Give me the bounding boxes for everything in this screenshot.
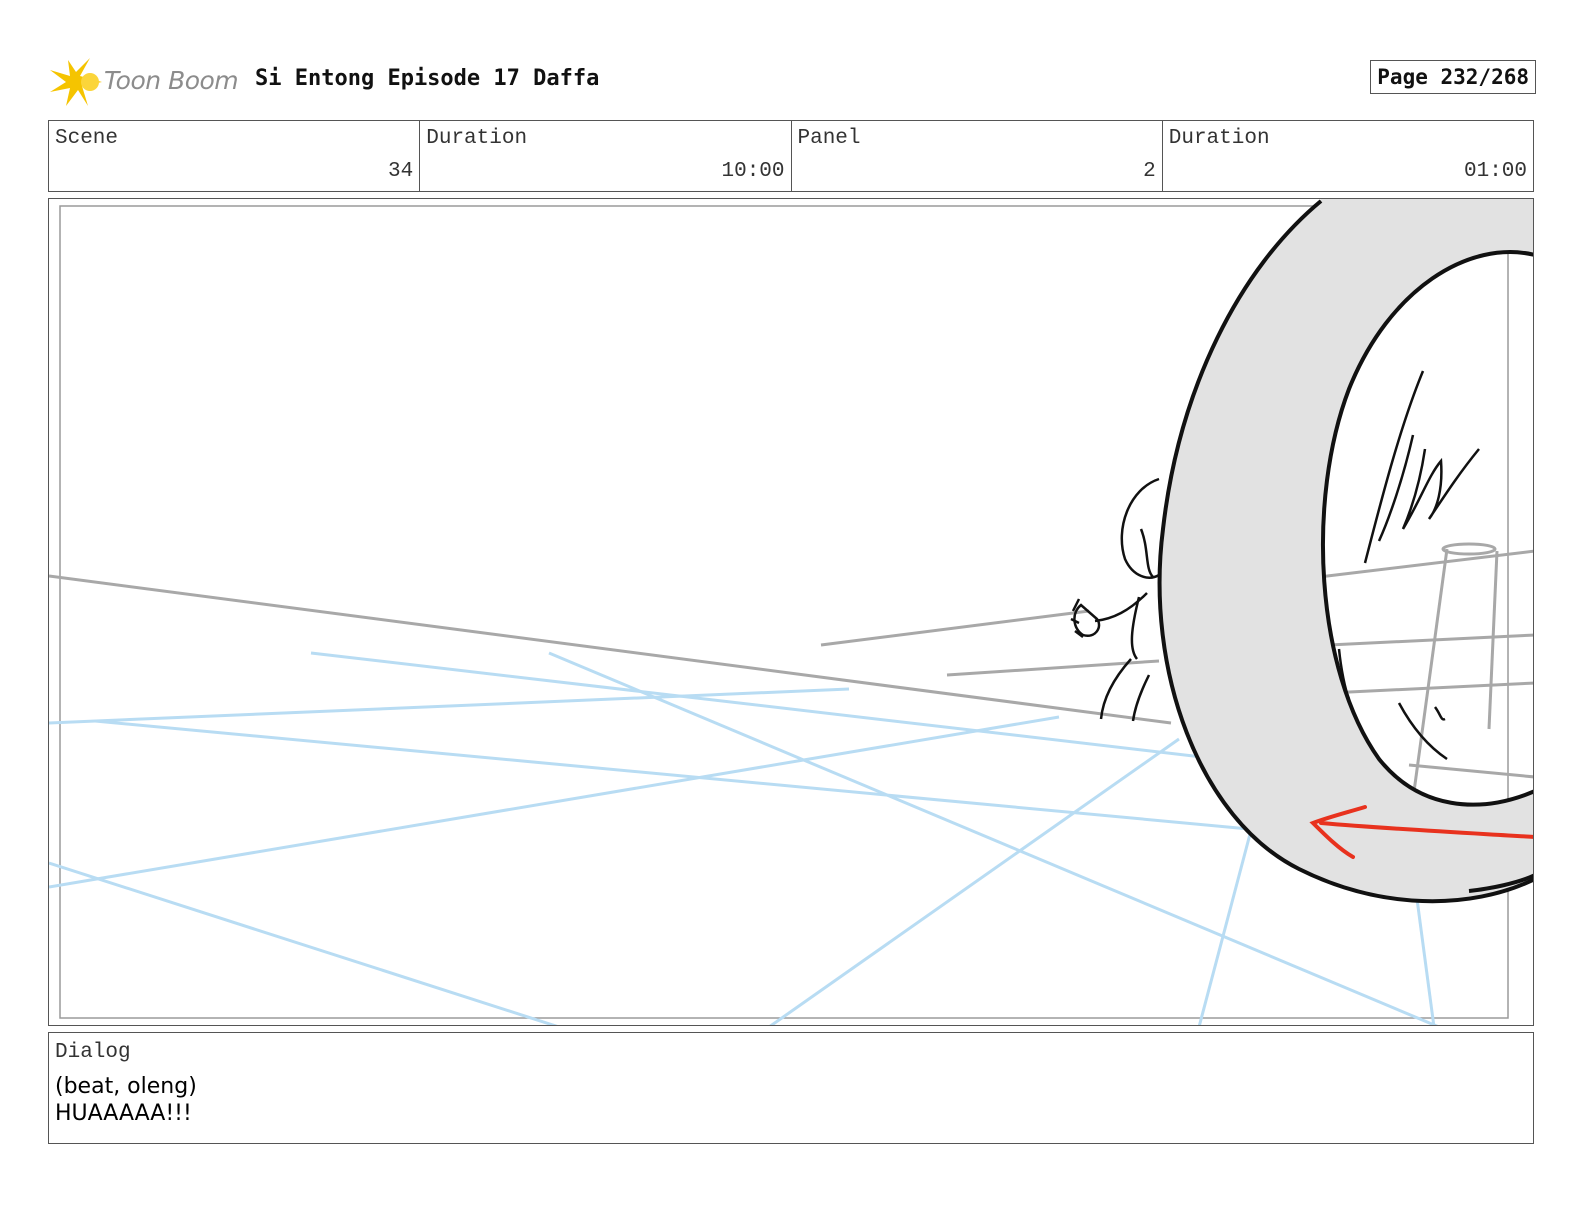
toon-boom-logo: Toon Boom [50, 56, 246, 108]
dialog-line: HUAAAAA!!! [55, 1101, 192, 1126]
panel-duration-label: Duration [1168, 127, 1270, 150]
panel-value: 2 [1143, 160, 1156, 183]
starburst-icon [50, 58, 102, 106]
scene-label: Scene [55, 127, 119, 150]
dialog-box: Dialog (beat, oleng) HUAAAAA!!! [48, 1032, 1534, 1144]
scene-cell: Scene 34 [49, 121, 421, 191]
panel-duration-cell: Duration 01:00 [1163, 121, 1533, 191]
logo-text: Toon Boom [104, 66, 239, 95]
storyboard-panel [48, 198, 1534, 1026]
dialog-line: (beat, oleng) [55, 1074, 197, 1099]
scene-duration-value: 10:00 [721, 160, 785, 183]
character-sketch [1070, 477, 1160, 722]
page-indicator: Page 232/268 [1370, 60, 1536, 94]
panel-duration-value: 01:00 [1463, 160, 1527, 183]
dialog-label: Dialog [55, 1041, 131, 1064]
storyboard-title: Si Entong Episode 17 Daffa [255, 66, 600, 91]
dialog-text: (beat, oleng) HUAAAAA!!! [55, 1073, 197, 1127]
scene-info-row: Scene 34 Duration 10:00 Panel 2 Duration… [48, 120, 1534, 192]
panel-label: Panel [797, 127, 861, 150]
panel-sketch [49, 199, 1533, 1025]
scene-duration-cell: Duration 10:00 [420, 121, 792, 191]
storyboard-header: Toon Boom Si Entong Episode 17 Daffa Pag… [50, 52, 1536, 110]
scene-value: 34 [388, 160, 414, 183]
ring-fill [1159, 199, 1533, 902]
panel-cell: Panel 2 [792, 121, 1163, 191]
scene-duration-label: Duration [426, 127, 528, 150]
